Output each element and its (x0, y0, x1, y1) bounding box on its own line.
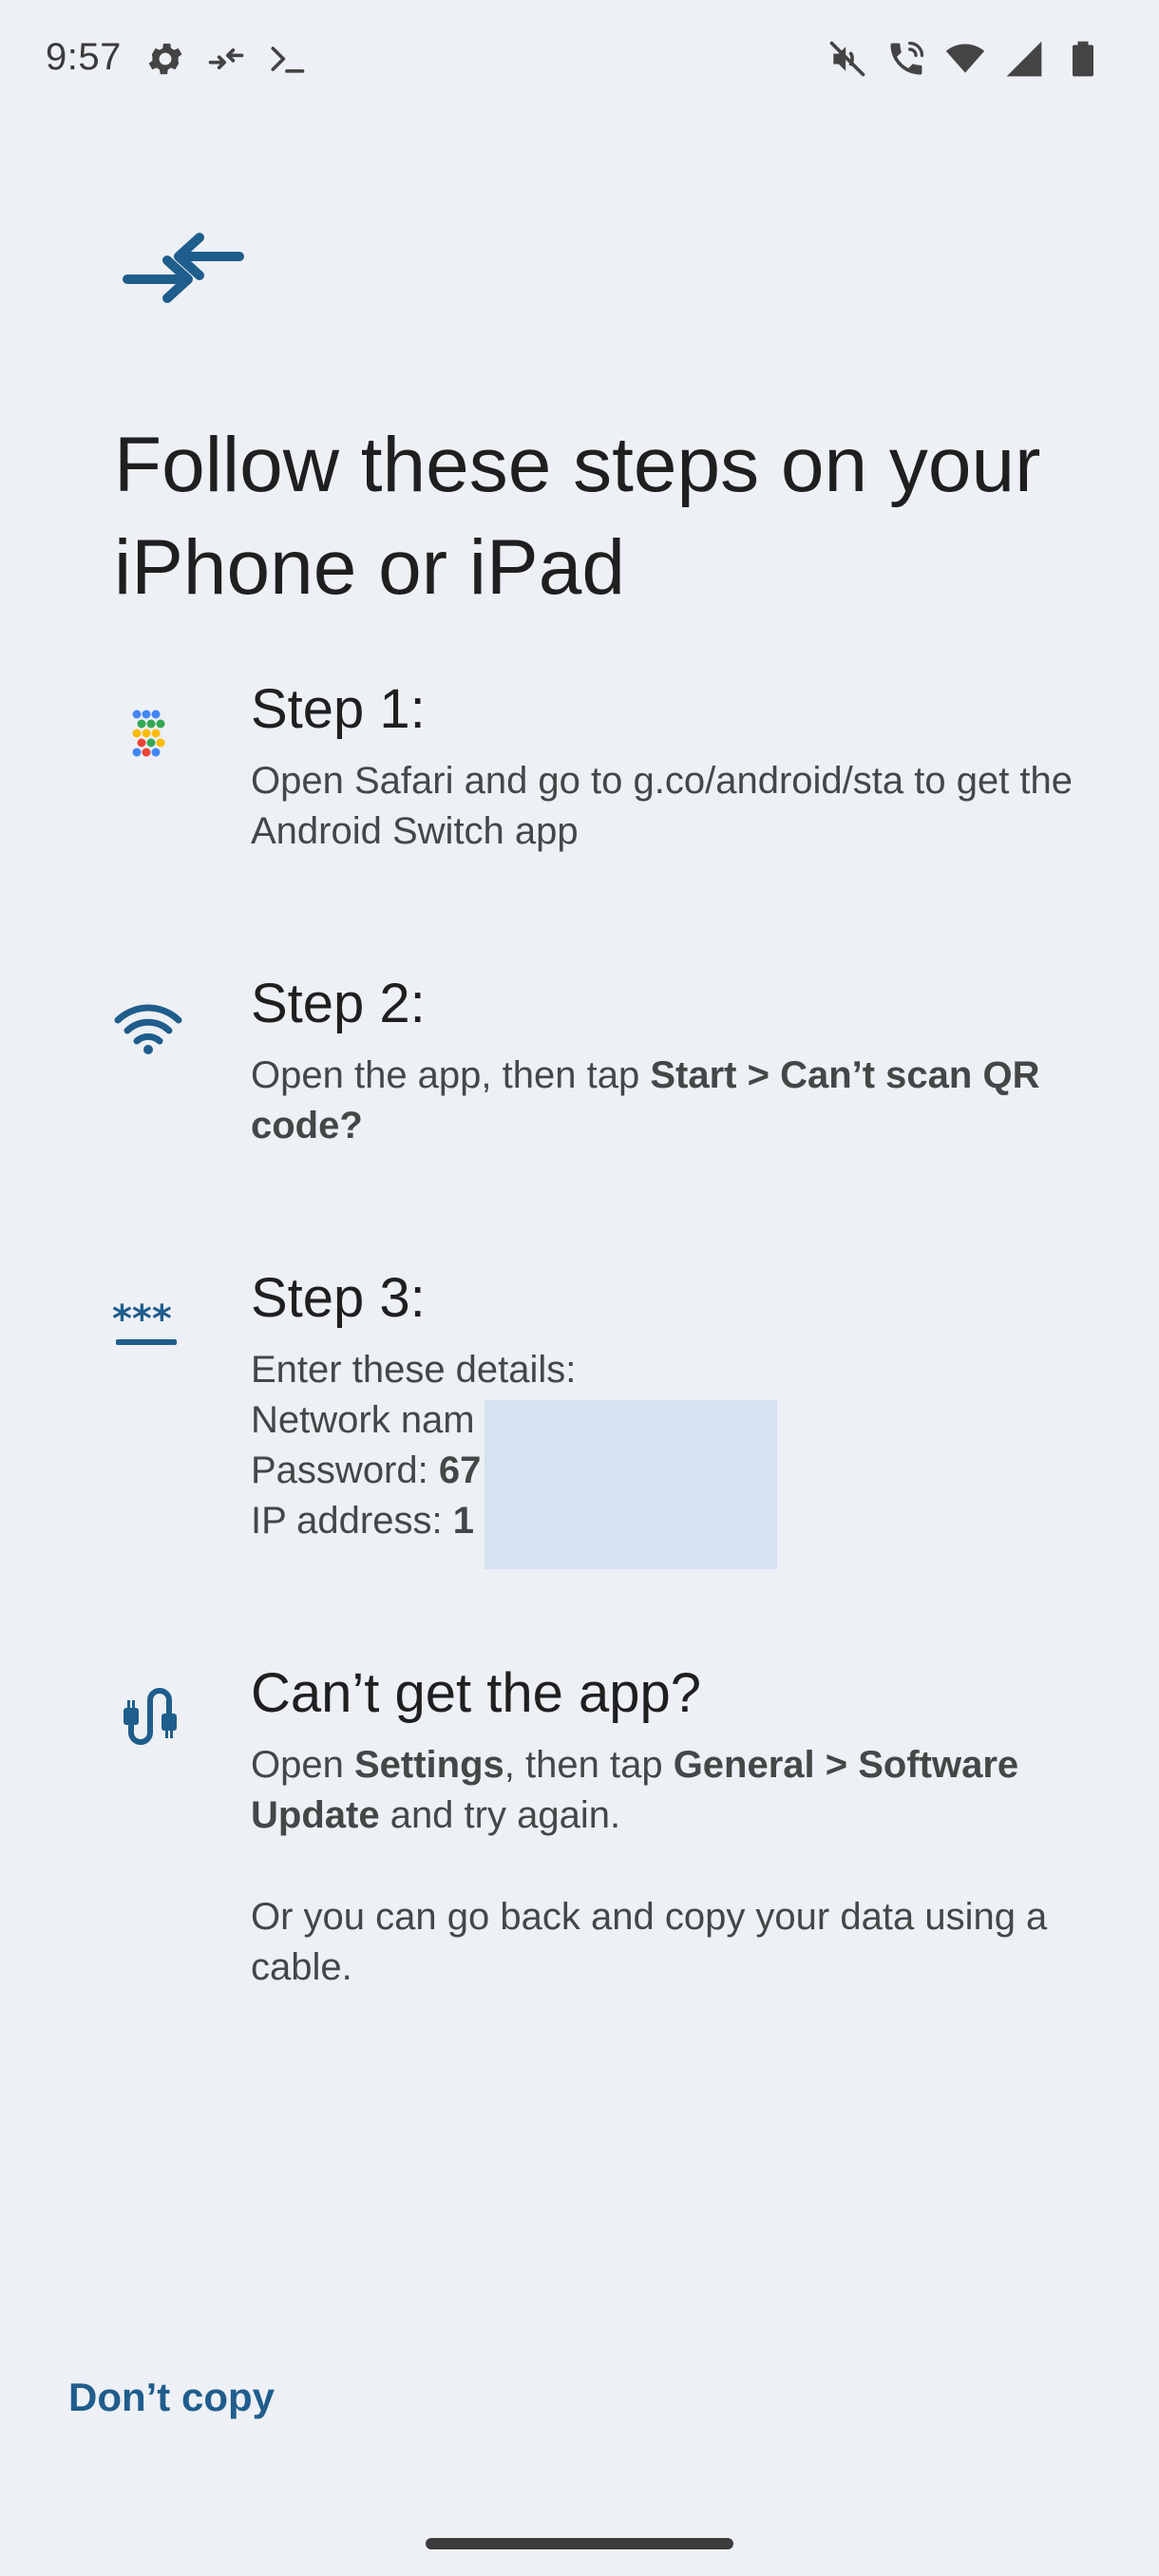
redaction-overlay (484, 1400, 777, 1569)
settings-icon (144, 38, 186, 80)
cant-get-app-text-1a: Open (251, 1744, 354, 1786)
password-label: Password: (251, 1449, 439, 1491)
cant-get-app-text-1c: , then tap (504, 1744, 674, 1786)
battery-icon (1062, 38, 1104, 80)
dont-copy-button[interactable]: Don’t copy (68, 2375, 275, 2420)
step-2-text-plain: Open the app, then tap (251, 1054, 651, 1096)
cant-get-app-heading: Can’t get the app? (251, 1662, 702, 1724)
navigation-handle[interactable] (426, 2538, 733, 2549)
step-3-heading: Step 3: (251, 1267, 426, 1329)
cant-get-app-body: Can’t get the app? Open Settings, then t… (251, 1660, 1106, 1993)
cant-get-app-settings: Settings (353, 1744, 504, 1786)
ip-address-value: 1 (452, 1500, 474, 1542)
password-value: 67 (438, 1449, 482, 1491)
wifi-icon (944, 38, 986, 80)
switch-arrows-icon (205, 38, 247, 80)
cable-icon (110, 1676, 186, 1752)
status-time: 9:57 (46, 36, 122, 78)
ip-address-label: IP address: (251, 1500, 453, 1542)
cant-get-app-text-1e: and try again. (379, 1794, 621, 1836)
terminal-icon (266, 38, 308, 80)
status-left-icons (144, 38, 308, 80)
app-dots-icon (110, 693, 186, 769)
step-1-body: Step 1: Open Safari and go to g.co/andro… (251, 676, 1106, 857)
wifi-icon (110, 990, 186, 1066)
step-3-intro: Enter these details: (251, 1349, 577, 1391)
page-title: Follow these steps on your iPhone or iPa… (114, 422, 1041, 611)
cant-get-app-text-2: Or you can go back and copy your data us… (251, 1896, 1048, 1988)
cant-get-app-text-1: Open Settings, then tap General > Softwa… (251, 1740, 1106, 1841)
step-2-heading: Step 2: (251, 973, 426, 1034)
step-2-text: Open the app, then tap Start > Can’t sca… (251, 1051, 1106, 1151)
cell-signal-icon (1003, 38, 1045, 80)
status-bar: 9:57 (0, 0, 1159, 114)
switch-arrows-icon (122, 220, 245, 315)
step-1-heading: Step 1: (251, 678, 426, 740)
vibrate-mute-icon (826, 38, 868, 80)
password-icon: *** (110, 1284, 186, 1360)
step-1-text: Open Safari and go to g.co/android/sta t… (251, 760, 1074, 852)
step-2-body: Step 2: Open the app, then tap Start > C… (251, 971, 1106, 1151)
network-name-label: Network nam (251, 1399, 475, 1441)
status-right-icons (826, 38, 1104, 80)
svg-text:***: *** (112, 1297, 172, 1341)
wifi-calling-icon (885, 38, 927, 80)
